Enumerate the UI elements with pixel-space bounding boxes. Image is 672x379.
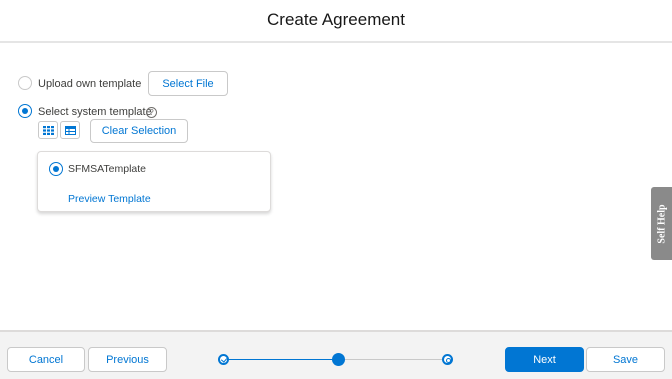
clear-selection-button[interactable]: Clear Selection — [90, 119, 188, 143]
cancel-button[interactable]: Cancel — [7, 347, 85, 372]
self-help-tab[interactable]: Self Help — [651, 187, 672, 260]
self-help-label: Self Help — [656, 203, 667, 244]
progress-bar-completed — [224, 359, 338, 360]
progress-bar-remaining — [338, 359, 448, 360]
help-icon[interactable]: ? — [146, 107, 157, 118]
system-template-label: Select system template — [38, 106, 152, 118]
save-button[interactable]: Save — [586, 347, 665, 372]
modal-header: Create Agreement — [0, 0, 672, 43]
next-button[interactable]: Next — [505, 347, 584, 372]
template-radio[interactable] — [49, 162, 63, 176]
modal-footer: Cancel Previous Next Save — [0, 330, 672, 379]
system-template-radio[interactable] — [18, 104, 32, 118]
grid-view-icon[interactable] — [38, 121, 58, 139]
upload-template-radio[interactable] — [18, 76, 32, 90]
select-file-button[interactable]: Select File — [148, 71, 228, 96]
template-card[interactable]: SFMSATemplate Preview Template — [37, 151, 271, 212]
progress-step-3[interactable] — [442, 354, 453, 365]
previous-button[interactable]: Previous — [88, 347, 167, 372]
preview-template-link[interactable]: Preview Template — [68, 193, 151, 205]
upload-template-label: Upload own template — [38, 78, 142, 90]
table-view-icon[interactable] — [60, 121, 80, 139]
page-title: Create Agreement — [267, 10, 405, 29]
template-name: SFMSATemplate — [68, 163, 146, 175]
progress-step-1[interactable] — [218, 354, 229, 365]
progress-step-2[interactable] — [332, 353, 345, 366]
